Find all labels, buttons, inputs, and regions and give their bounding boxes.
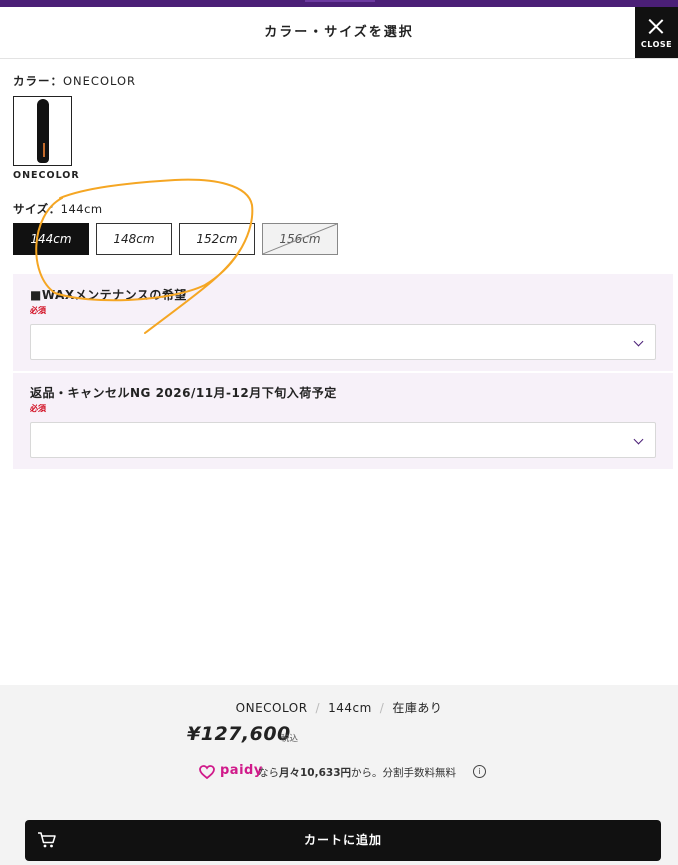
wax-option-select[interactable] xyxy=(30,324,656,360)
close-label: CLOSE xyxy=(640,40,673,49)
size-label: サイズ： xyxy=(13,202,61,216)
return-policy-select[interactable] xyxy=(30,422,656,458)
required-badge: 必須 xyxy=(30,404,46,413)
close-icon xyxy=(648,18,665,35)
summary-size: 144cm xyxy=(328,701,372,715)
color-swatch-onecolor[interactable] xyxy=(13,96,72,166)
add-to-cart-button[interactable]: カートに追加 xyxy=(25,820,661,861)
paidy-monthly-amount: 月々10,633円 xyxy=(279,767,352,779)
top-accent-notch xyxy=(305,0,375,2)
tax-label: 税込 xyxy=(281,734,299,744)
option-title-return-policy: 返品・キャンセルNG 2026/11月-12月下旬入荷予定 xyxy=(30,386,337,400)
size-option-148cm[interactable]: 148cm xyxy=(96,223,172,255)
option-title-wax: ■WAXメンテナンスの希望 xyxy=(30,288,187,302)
size-option-156cm-soldout[interactable]: 156cm xyxy=(262,223,338,255)
size-selection-line: サイズ：144cm xyxy=(13,201,103,217)
summary-separator: / xyxy=(379,701,385,715)
paidy-logo: paidy xyxy=(220,763,263,778)
purchase-footer: ONECOLOR / 144cm / 在庫あり ¥127,600 税込 paidy なら… xyxy=(0,685,678,865)
modal-title: カラー・サイズを選択 xyxy=(264,25,414,40)
chevron-down-icon xyxy=(633,336,644,347)
summary-stock-status: 在庫あり xyxy=(392,701,443,715)
close-button[interactable]: CLOSE xyxy=(635,7,678,58)
color-selection-line: カラー：ONECOLOR xyxy=(13,73,136,89)
summary-color: ONECOLOR xyxy=(235,701,308,715)
paidy-prefix: なら xyxy=(258,767,279,779)
selection-summary: ONECOLOR / 144cm / 在庫あり xyxy=(0,699,678,716)
size-option-144cm[interactable]: 144cm xyxy=(13,223,89,255)
snowboard-edge xyxy=(43,143,45,157)
color-selected-value: ONECOLOR xyxy=(63,74,137,88)
paidy-suffix: から。分割手数料無料 xyxy=(351,767,457,779)
color-label: カラー： xyxy=(13,74,63,88)
paidy-description: なら月々10,633円から。分割手数料無料 xyxy=(258,765,456,780)
size-selected-value: 144cm xyxy=(60,202,103,216)
size-option-152cm[interactable]: 152cm xyxy=(179,223,255,255)
add-to-cart-label: カートに追加 xyxy=(303,833,382,847)
snowboard-thumbnail xyxy=(37,99,49,163)
modal-header: カラー・サイズを選択 CLOSE xyxy=(0,7,678,59)
paidy-icon xyxy=(199,765,215,779)
summary-separator: / xyxy=(315,701,321,715)
option-panel-return-policy: 返品・キャンセルNG 2026/11月-12月下旬入荷予定 必須 xyxy=(13,373,673,469)
price: ¥127,600 xyxy=(187,723,291,745)
top-accent-bar xyxy=(0,0,678,7)
required-badge: 必須 xyxy=(30,306,46,315)
chevron-down-icon xyxy=(633,434,644,445)
info-icon[interactable]: i xyxy=(473,765,486,778)
option-panel-wax: ■WAXメンテナンスの希望 必須 xyxy=(13,274,673,371)
color-swatch-label: ONECOLOR xyxy=(13,170,80,181)
